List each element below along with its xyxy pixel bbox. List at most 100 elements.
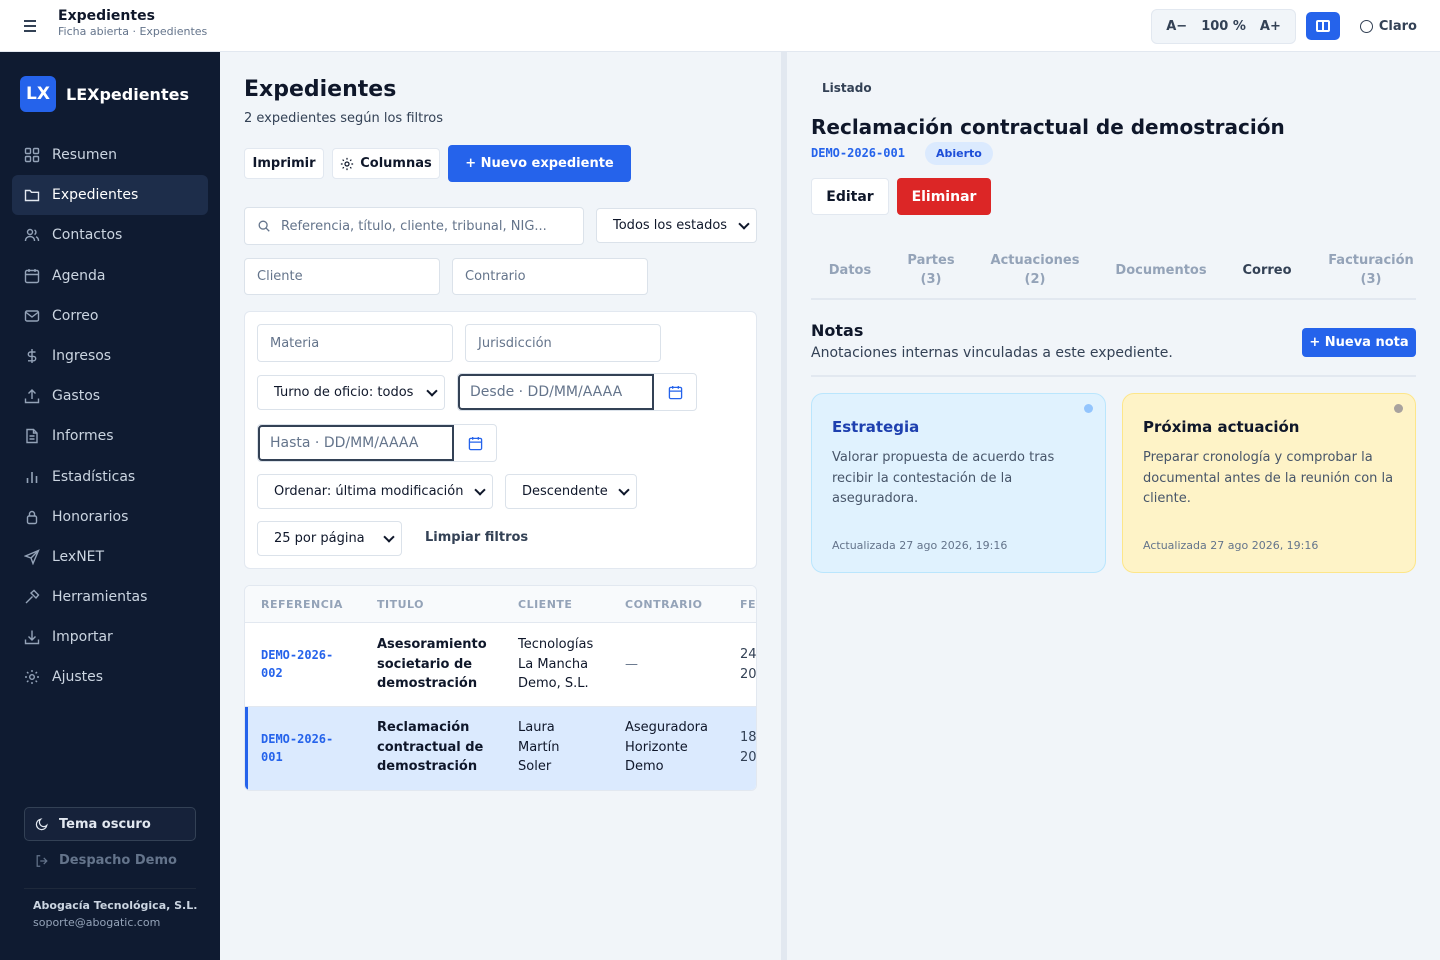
cell-client: Laura Martín Soler bbox=[518, 720, 560, 774]
column-header-fecha[interactable]: FE bbox=[740, 586, 756, 623]
sidebar-item-estadisticas[interactable]: Estadísticas bbox=[12, 457, 208, 497]
opponent-field[interactable]: Contrario bbox=[452, 258, 648, 295]
note-updated: Actualizada 27 ago 2026, 19:16 bbox=[832, 539, 1008, 552]
tab-correo[interactable]: Correo bbox=[1233, 242, 1301, 298]
delete-button[interactable]: Eliminar bbox=[897, 178, 991, 215]
sidebar-item-label: Estadísticas bbox=[52, 468, 136, 485]
column-header-referencia[interactable]: REFERENCIA bbox=[261, 586, 343, 623]
tab-facturacion[interactable]: Facturación (3) bbox=[1319, 242, 1423, 298]
order-select[interactable]: Ordenar: última modificación bbox=[257, 474, 493, 509]
notes-subtitle: Anotaciones internas vinculadas a este e… bbox=[811, 345, 1173, 361]
turno-select[interactable]: Turno de oficio: todos bbox=[257, 375, 445, 410]
sidebar-item-label: Gastos bbox=[52, 388, 101, 405]
sidebar-item-label: Importar bbox=[52, 629, 113, 646]
logo: LX bbox=[20, 76, 56, 112]
note-updated: Actualizada 27 ago 2026, 19:16 bbox=[1143, 539, 1319, 552]
status-select-value: Todos los estados bbox=[613, 218, 728, 233]
sidebar-item-importar[interactable]: Importar bbox=[12, 617, 208, 657]
cases-table: REFERENCIA TITULO CLIENTE CONTRARIO FE D… bbox=[244, 585, 757, 791]
list-subtitle: 2 expedientes según los filtros bbox=[244, 111, 444, 126]
new-note-button[interactable]: + Nueva nota bbox=[1302, 328, 1416, 357]
date-to-field[interactable]: Hasta · DD/MM/AAAA bbox=[258, 425, 454, 461]
tab-actuaciones[interactable]: Actuaciones (2) bbox=[981, 242, 1089, 298]
edit-button[interactable]: Editar bbox=[811, 178, 889, 215]
tab-datos[interactable]: Datos bbox=[811, 242, 889, 298]
list-title: Expedientes bbox=[244, 77, 397, 102]
calendar-icon bbox=[468, 436, 482, 450]
cell-reference: DEMO-2026- 001 bbox=[261, 732, 334, 764]
sidebar-item-lexnet[interactable]: LexNET bbox=[12, 537, 208, 577]
sidebar-item-resumen[interactable]: Resumen bbox=[12, 135, 208, 175]
cell-opponent: — bbox=[625, 657, 638, 672]
cell-reference: DEMO-2026- 002 bbox=[261, 648, 334, 680]
tab-partes[interactable]: Partes (3) bbox=[897, 242, 965, 298]
chevron-down-icon bbox=[383, 530, 395, 543]
sidebar-item-honorarios[interactable]: Honorarios bbox=[12, 497, 208, 537]
sidebar-item-ajustes[interactable]: Ajustes bbox=[12, 657, 208, 697]
table-row[interactable]: DEMO-2026- 001 Reclamación contractual de d… bbox=[245, 707, 756, 790]
menu-icon[interactable] bbox=[20, 15, 42, 37]
direction-select[interactable]: Descendente bbox=[505, 474, 637, 509]
jurisdiction-field[interactable]: Jurisdicción bbox=[465, 324, 661, 362]
sidebar-item-herramientas[interactable]: Herramientas bbox=[12, 577, 208, 617]
theme-toggle[interactable]: Claro bbox=[1359, 19, 1417, 34]
gear-icon bbox=[24, 669, 40, 685]
calendar-button[interactable] bbox=[454, 425, 496, 461]
clear-filters-button[interactable]: Limpiar filtros bbox=[425, 530, 528, 545]
cell-title: Asesoramiento societario de demostración bbox=[377, 637, 487, 691]
sidebar-item-informes[interactable]: Informes bbox=[12, 416, 208, 456]
new-case-button[interactable]: + Nuevo expediente bbox=[448, 145, 631, 182]
dark-theme-button[interactable]: Tema oscuro bbox=[24, 807, 196, 841]
note-card[interactable]: Estrategia Valorar propuesta de acuerdo … bbox=[811, 393, 1106, 573]
split-view-icon bbox=[1315, 20, 1330, 32]
sidebar-item-contactos[interactable]: Contactos bbox=[12, 215, 208, 255]
date-from-field[interactable]: Desde · DD/MM/AAAA bbox=[458, 374, 654, 410]
calendar-icon bbox=[668, 385, 682, 399]
cell-date: 24 20 bbox=[740, 647, 757, 682]
search-icon bbox=[258, 220, 270, 232]
note-title: Próxima actuación bbox=[1143, 418, 1300, 436]
lock-icon bbox=[24, 509, 40, 525]
detail-pane: Listado Reclamación contractual de demos… bbox=[787, 52, 1440, 960]
table-row[interactable]: DEMO-2026- 002 Asesoramiento societario de… bbox=[245, 623, 756, 707]
status-select[interactable]: Todos los estados bbox=[596, 208, 757, 243]
folder-icon bbox=[24, 187, 40, 203]
print-button[interactable]: Imprimir bbox=[244, 148, 324, 179]
case-reference: DEMO-2026-001 bbox=[811, 146, 905, 160]
client-field[interactable]: Cliente bbox=[244, 258, 440, 295]
sidebar-item-ingresos[interactable]: Ingresos bbox=[12, 336, 208, 376]
download-icon bbox=[24, 629, 40, 645]
column-header-titulo[interactable]: TITULO bbox=[377, 586, 424, 623]
note-body: Valorar propuesta de acuerdo tras recibi… bbox=[832, 450, 1055, 506]
sidebar-item-correo[interactable]: Correo bbox=[12, 296, 208, 336]
cell-title: Reclamación contractual de demostración bbox=[377, 720, 484, 774]
logout-label: Despacho Demo bbox=[59, 853, 177, 868]
hammer-icon bbox=[24, 589, 40, 605]
sidebar-item-expedientes[interactable]: Expedientes bbox=[12, 175, 208, 216]
logout-icon bbox=[36, 854, 48, 867]
columns-label: Columnas bbox=[360, 156, 432, 171]
back-to-list-link[interactable]: Listado bbox=[822, 81, 872, 95]
page-size-select[interactable]: 25 por página bbox=[257, 521, 402, 556]
sidebar-item-gastos[interactable]: Gastos bbox=[12, 376, 208, 416]
column-header-contrario[interactable]: CONTRARIO bbox=[625, 586, 703, 623]
column-header-cliente[interactable]: CLIENTE bbox=[518, 586, 572, 623]
zoom-in-button[interactable]: A+ bbox=[1252, 19, 1289, 34]
tab-documentos[interactable]: Documentos bbox=[1105, 242, 1217, 298]
search-input[interactable]: Referencia, título, cliente, tribunal, N… bbox=[244, 207, 584, 245]
sidebar-item-label: Resumen bbox=[52, 147, 118, 163]
matter-field[interactable]: Materia bbox=[257, 324, 453, 362]
brand[interactable]: LX LEXpedientes bbox=[20, 76, 189, 112]
order-select-value: Ordenar: última modificación bbox=[274, 484, 464, 499]
zoom-out-button[interactable]: A− bbox=[1158, 19, 1195, 34]
sidebar-item-label: LexNET bbox=[52, 548, 105, 565]
calendar-button[interactable] bbox=[654, 374, 696, 410]
sidebar-item-agenda[interactable]: Agenda bbox=[12, 256, 208, 296]
split-view-button[interactable] bbox=[1305, 12, 1340, 40]
dark-theme-label: Tema oscuro bbox=[59, 816, 151, 832]
logout-button[interactable]: Despacho Demo bbox=[35, 853, 177, 868]
columns-button[interactable]: Columnas bbox=[332, 148, 440, 179]
gear-icon bbox=[341, 157, 354, 170]
note-card[interactable]: Próxima actuación Preparar cronología y … bbox=[1122, 393, 1416, 573]
chevron-down-icon bbox=[474, 483, 486, 496]
